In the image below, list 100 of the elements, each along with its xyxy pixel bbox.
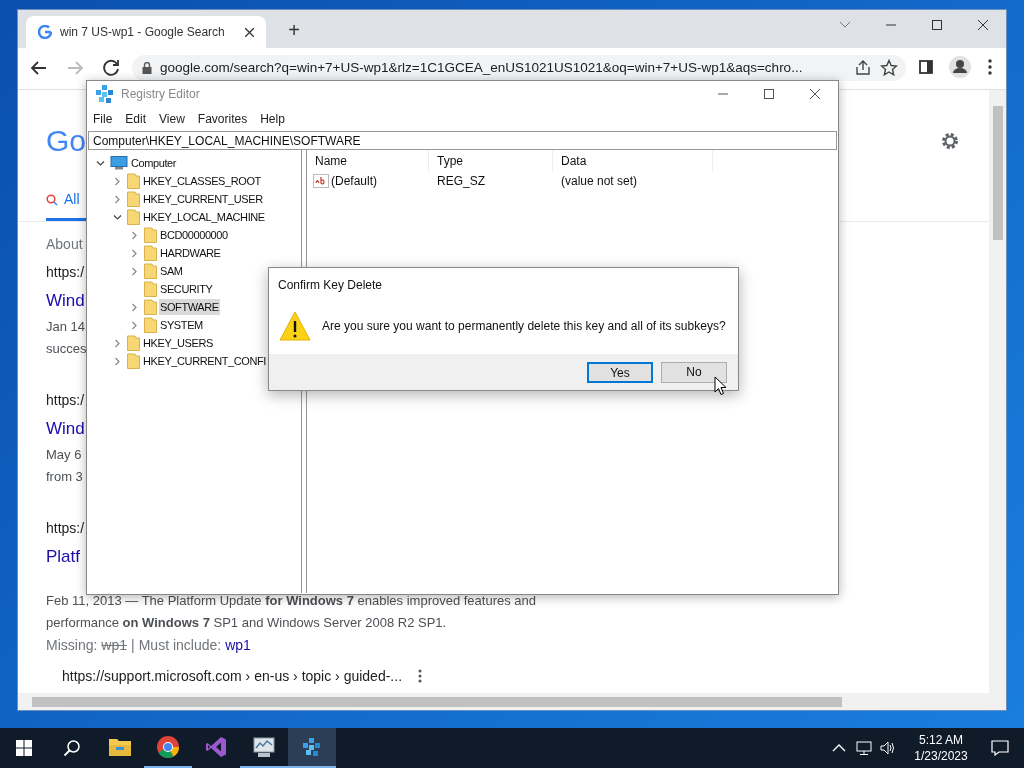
- result-title[interactable]: Wind: [46, 286, 85, 316]
- profile-icon[interactable]: [946, 53, 974, 81]
- result-snippet: performance on Windows 7 SP1 and Windows Server 2008 R2 SP1.: [46, 614, 447, 632]
- address-field[interactable]: Computer\HKEY_LOCAL_MACHINE\SOFTWARE: [88, 131, 837, 150]
- result-url[interactable]: https:/: [46, 390, 85, 410]
- menu-item[interactable]: View: [159, 110, 185, 128]
- search-icon[interactable]: [63, 739, 81, 757]
- warning-icon: [279, 311, 311, 341]
- folder-icon: [144, 317, 157, 333]
- folder-icon: [127, 173, 140, 189]
- must-include-label: Must include:: [138, 635, 222, 655]
- result-snippet: Jan 14: [46, 318, 86, 336]
- column-header[interactable]: Type: [429, 150, 553, 172]
- menu-item[interactable]: Help: [260, 110, 285, 128]
- chevron-down-icon[interactable]: [112, 212, 122, 222]
- tree-item[interactable]: BCD00000000: [159, 227, 229, 243]
- chevron-right-icon[interactable]: [112, 356, 122, 366]
- folder-icon: [127, 191, 140, 207]
- folder-icon: [144, 299, 157, 315]
- horizontal-scrollbar[interactable]: [18, 693, 989, 710]
- dialog-button[interactable]: No: [661, 361, 727, 383]
- tree-item[interactable]: SAM: [159, 263, 184, 279]
- chevron-up-icon[interactable]: [832, 743, 846, 753]
- chevron-right-icon[interactable]: [129, 248, 139, 258]
- chevron-down-icon[interactable]: [95, 158, 105, 168]
- google-logo: Go: [46, 123, 87, 158]
- tree-item[interactable]: SOFTWARE: [159, 299, 220, 315]
- maximize-icon[interactable]: [764, 89, 774, 99]
- result-snippet: from 3: [46, 468, 83, 486]
- clock[interactable]: 5:12 AM 1/23/2023: [906, 732, 976, 764]
- result-stats: About: [46, 235, 83, 254]
- monitor-icon: [252, 736, 276, 758]
- close-icon[interactable]: [245, 27, 254, 37]
- tree-item[interactable]: HKEY_CURRENT_CONFI: [142, 353, 267, 369]
- menu-item[interactable]: Favorites: [197, 110, 248, 128]
- must-include-link[interactable]: wp1: [225, 634, 251, 656]
- dialog-button[interactable]: Yes: [587, 361, 653, 383]
- address-bar[interactable]: google.com/search?q=win+7+US-wp1&rlz=1C1GCEA_enUS1021US1021&oq=win+7+US-wp1&aqs=chro...: [132, 55, 906, 81]
- result-snippet: succes: [46, 340, 87, 358]
- share-icon[interactable]: [854, 59, 872, 77]
- result-snippet: May 6: [46, 446, 82, 464]
- tree-item[interactable]: HKEY_CLASSES_ROOT: [142, 173, 262, 189]
- new-tab-button[interactable]: +: [280, 16, 308, 44]
- menu-item[interactable]: Edit: [125, 110, 147, 128]
- tab-title: win 7 US-wp1 - Google Search: [60, 24, 226, 41]
- infinity-icon: [204, 735, 228, 759]
- missing-term: wp1: [101, 635, 128, 655]
- tree-item[interactable]: Computer: [130, 155, 178, 171]
- result-title[interactable]: Platf: [46, 542, 81, 572]
- result-url[interactable]: https:/: [46, 518, 85, 538]
- tree-item[interactable]: HKEY_CURRENT_USER: [142, 191, 264, 207]
- folder-icon: [144, 227, 157, 243]
- tree-item[interactable]: SYSTEM: [159, 317, 204, 333]
- chevron-right-icon[interactable]: [112, 194, 122, 204]
- chevron-right-icon[interactable]: [112, 176, 122, 186]
- column-header[interactable]: Data: [553, 150, 713, 172]
- table-cell-text: (Default): [331, 173, 377, 190]
- tree-item[interactable]: SECURITY: [159, 281, 214, 297]
- folder-icon: [127, 209, 140, 225]
- search-icon: [46, 193, 58, 206]
- table-cell-text: (value not set): [560, 173, 638, 190]
- dialog-title: Confirm Key Delete: [278, 277, 383, 292]
- folder-icon: [127, 335, 140, 351]
- chevron-right-icon[interactable]: [112, 338, 122, 348]
- result-url[interactable]: https://support.microsoft.com › en-us › topic › guided-...: [62, 665, 403, 687]
- vertical-scrollbar[interactable]: [989, 90, 1006, 710]
- folder-icon: [144, 263, 157, 279]
- close-icon[interactable]: [978, 20, 988, 30]
- chrome-icon: [156, 735, 180, 759]
- folder-icon: [108, 737, 132, 757]
- result-title[interactable]: Wind: [46, 414, 85, 444]
- missing-label: Missing:: [46, 635, 98, 655]
- message-icon[interactable]: [991, 740, 1009, 756]
- star-icon[interactable]: [880, 59, 898, 77]
- more-icon[interactable]: [418, 669, 423, 683]
- browser-tab[interactable]: win 7 US-wp1 - Google Search: [26, 16, 266, 48]
- tree-item[interactable]: HKEY_USERS: [142, 335, 214, 351]
- network-icon[interactable]: [856, 740, 872, 756]
- chevron-right-icon[interactable]: [129, 302, 139, 312]
- chevron-right-icon[interactable]: [129, 320, 139, 330]
- result-url[interactable]: https:/: [46, 262, 85, 282]
- chevron-right-icon[interactable]: [129, 230, 139, 240]
- folder-icon: [127, 353, 140, 369]
- chevron-down-icon[interactable]: [839, 21, 851, 29]
- url-text: google.com/search?q=win+7+US-wp1&rlz=1C1GCEA_enUS1021US1021&oq=win+7+US-wp1&aqs=chro...: [160, 58, 804, 77]
- computer-icon: [110, 156, 128, 170]
- close-icon[interactable]: [810, 89, 820, 99]
- windows-logo-icon[interactable]: [16, 740, 32, 756]
- dialog-message: Are you sure you want to permanently delete this key and all of its subkeys?: [322, 318, 726, 335]
- separator: |: [131, 635, 135, 655]
- tree-item[interactable]: HKEY_LOCAL_MACHINE: [142, 209, 266, 225]
- google-g-icon: [38, 25, 52, 39]
- menu-item[interactable]: File: [93, 110, 113, 128]
- folder-icon: [144, 245, 157, 261]
- maximize-icon[interactable]: [932, 20, 942, 30]
- chevron-right-icon[interactable]: [129, 266, 139, 276]
- window-title: Registry Editor: [121, 86, 201, 103]
- column-header[interactable]: Name: [307, 150, 429, 172]
- volume-icon[interactable]: [880, 740, 896, 756]
- tree-item[interactable]: HARDWARE: [159, 245, 222, 261]
